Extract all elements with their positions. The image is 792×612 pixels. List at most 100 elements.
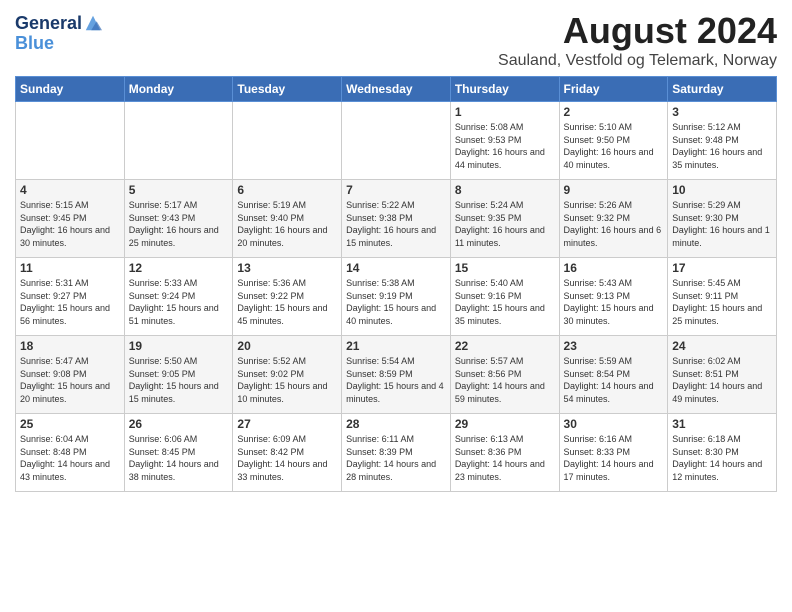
day-info: Sunrise: 5:24 AMSunset: 9:35 PMDaylight:… [455, 199, 555, 249]
calendar-cell: 3Sunrise: 5:12 AMSunset: 9:48 PMDaylight… [668, 102, 777, 180]
calendar-cell: 31 Sunrise: 6:18 AMSunset: 8:30 PMDayligh… [668, 414, 777, 492]
calendar-cell: 23 Sunrise: 5:59 AMSunset: 8:54 PMDayligh… [559, 336, 668, 414]
col-tuesday: Tuesday [233, 77, 342, 102]
day-info: Sunrise: 5:29 AMSunset: 9:30 PMDaylight:… [672, 199, 772, 249]
day-number: 31 [672, 417, 772, 431]
day-number: 3 [672, 105, 772, 119]
day-number: 22 [455, 339, 555, 353]
calendar-cell: 10Sunrise: 5:29 AMSunset: 9:30 PMDayligh… [668, 180, 777, 258]
logo-text: General [15, 14, 82, 34]
calendar-cell: 24 Sunrise: 6:02 AMSunset: 8:51 PMDayligh… [668, 336, 777, 414]
day-number: 26 [129, 417, 229, 431]
day-number: 2 [564, 105, 664, 119]
day-number: 13 [237, 261, 337, 275]
day-info: Sunrise: 5:52 AMSunset: 9:02 PMDaylight:… [237, 355, 337, 405]
calendar-cell [16, 102, 125, 180]
day-info: Sunrise: 5:22 AMSunset: 9:38 PMDaylight:… [346, 199, 446, 249]
day-info: Sunrise: 6:09 AMSunset: 8:42 PMDaylight:… [237, 433, 337, 483]
day-info: Sunrise: 6:13 AMSunset: 8:36 PMDaylight:… [455, 433, 555, 483]
calendar-cell: 13 Sunrise: 5:36 AMSunset: 9:22 PMDayligh… [233, 258, 342, 336]
subtitle: Sauland, Vestfold og Telemark, Norway [498, 52, 777, 70]
day-number: 9 [564, 183, 664, 197]
day-number: 12 [129, 261, 229, 275]
day-number: 17 [672, 261, 772, 275]
day-info: Sunrise: 5:15 AMSunset: 9:45 PMDaylight:… [20, 199, 120, 249]
day-info: Sunrise: 5:31 AMSunset: 9:27 PMDaylight:… [20, 277, 120, 327]
day-info: Sunrise: 6:11 AMSunset: 8:39 PMDaylight:… [346, 433, 446, 483]
day-info: Sunrise: 6:06 AMSunset: 8:45 PMDaylight:… [129, 433, 229, 483]
day-number: 8 [455, 183, 555, 197]
day-info: Sunrise: 5:08 AMSunset: 9:53 PMDaylight:… [455, 121, 555, 171]
day-info: Sunrise: 6:04 AMSunset: 8:48 PMDaylight:… [20, 433, 120, 483]
day-number: 15 [455, 261, 555, 275]
day-info: Sunrise: 5:45 AMSunset: 9:11 PMDaylight:… [672, 277, 772, 327]
calendar-cell: 29 Sunrise: 6:13 AMSunset: 8:36 PMDayligh… [450, 414, 559, 492]
calendar-cell: 21 Sunrise: 5:54 AMSunset: 8:59 PMDayligh… [342, 336, 451, 414]
col-friday: Friday [559, 77, 668, 102]
col-wednesday: Wednesday [342, 77, 451, 102]
day-info: Sunrise: 5:59 AMSunset: 8:54 PMDaylight:… [564, 355, 664, 405]
day-info: Sunrise: 5:19 AMSunset: 9:40 PMDaylight:… [237, 199, 337, 249]
day-number: 1 [455, 105, 555, 119]
calendar-cell: 30Sunrise: 6:16 AMSunset: 8:33 PMDayligh… [559, 414, 668, 492]
day-info: Sunrise: 5:17 AMSunset: 9:43 PMDaylight:… [129, 199, 229, 249]
week-row-2: 4Sunrise: 5:15 AMSunset: 9:45 PMDaylight… [16, 180, 777, 258]
day-number: 29 [455, 417, 555, 431]
calendar-cell: 1 Sunrise: 5:08 AMSunset: 9:53 PMDaylight… [450, 102, 559, 180]
calendar-cell: 25 Sunrise: 6:04 AMSunset: 8:48 PMDayligh… [16, 414, 125, 492]
day-number: 20 [237, 339, 337, 353]
calendar-cell: 4Sunrise: 5:15 AMSunset: 9:45 PMDaylight… [16, 180, 125, 258]
calendar-cell: 5 Sunrise: 5:17 AMSunset: 9:43 PMDaylight… [124, 180, 233, 258]
col-thursday: Thursday [450, 77, 559, 102]
week-row-5: 25 Sunrise: 6:04 AMSunset: 8:48 PMDayligh… [16, 414, 777, 492]
day-info: Sunrise: 5:26 AMSunset: 9:32 PMDaylight:… [564, 199, 664, 249]
calendar-cell: 16 Sunrise: 5:43 AMSunset: 9:13 PMDayligh… [559, 258, 668, 336]
calendar-cell: 26 Sunrise: 6:06 AMSunset: 8:45 PMDayligh… [124, 414, 233, 492]
calendar-header: Sunday Monday Tuesday Wednesday Thursday… [16, 77, 777, 102]
calendar-cell [233, 102, 342, 180]
day-number: 5 [129, 183, 229, 197]
page: General Blue August 2024 Sauland, Vestfo… [0, 0, 792, 502]
day-number: 21 [346, 339, 446, 353]
day-info: Sunrise: 6:16 AMSunset: 8:33 PMDaylight:… [564, 433, 664, 483]
calendar-cell: 17 Sunrise: 5:45 AMSunset: 9:11 PMDayligh… [668, 258, 777, 336]
day-info: Sunrise: 5:47 AMSunset: 9:08 PMDaylight:… [20, 355, 120, 405]
title-block: August 2024 Sauland, Vestfold og Telemar… [498, 10, 777, 70]
day-number: 19 [129, 339, 229, 353]
calendar-cell: 22Sunrise: 5:57 AMSunset: 8:56 PMDayligh… [450, 336, 559, 414]
calendar-cell: 12Sunrise: 5:33 AMSunset: 9:24 PMDayligh… [124, 258, 233, 336]
calendar-table: Sunday Monday Tuesday Wednesday Thursday… [15, 76, 777, 492]
logo-icon [84, 14, 102, 32]
day-number: 28 [346, 417, 446, 431]
calendar-body: 1 Sunrise: 5:08 AMSunset: 9:53 PMDaylight… [16, 102, 777, 492]
week-row-1: 1 Sunrise: 5:08 AMSunset: 9:53 PMDaylight… [16, 102, 777, 180]
calendar-cell: 2 Sunrise: 5:10 AMSunset: 9:50 PMDaylight… [559, 102, 668, 180]
day-number: 18 [20, 339, 120, 353]
calendar-cell: 15Sunrise: 5:40 AMSunset: 9:16 PMDayligh… [450, 258, 559, 336]
calendar-cell: 11Sunrise: 5:31 AMSunset: 9:27 PMDayligh… [16, 258, 125, 336]
day-number: 16 [564, 261, 664, 275]
day-info: Sunrise: 6:02 AMSunset: 8:51 PMDaylight:… [672, 355, 772, 405]
col-saturday: Saturday [668, 77, 777, 102]
col-monday: Monday [124, 77, 233, 102]
day-info: Sunrise: 5:10 AMSunset: 9:50 PMDaylight:… [564, 121, 664, 171]
calendar-cell: 27 Sunrise: 6:09 AMSunset: 8:42 PMDayligh… [233, 414, 342, 492]
logo-blue: Blue [15, 33, 54, 53]
header-row: Sunday Monday Tuesday Wednesday Thursday… [16, 77, 777, 102]
main-title: August 2024 [498, 10, 777, 52]
day-number: 27 [237, 417, 337, 431]
logo: General Blue [15, 14, 102, 54]
day-info: Sunrise: 5:50 AMSunset: 9:05 PMDaylight:… [129, 355, 229, 405]
day-info: Sunrise: 5:36 AMSunset: 9:22 PMDaylight:… [237, 277, 337, 327]
day-info: Sunrise: 5:43 AMSunset: 9:13 PMDaylight:… [564, 277, 664, 327]
col-sunday: Sunday [16, 77, 125, 102]
day-number: 14 [346, 261, 446, 275]
day-info: Sunrise: 5:54 AMSunset: 8:59 PMDaylight:… [346, 355, 446, 405]
day-number: 25 [20, 417, 120, 431]
day-number: 23 [564, 339, 664, 353]
day-number: 24 [672, 339, 772, 353]
calendar-cell: 7Sunrise: 5:22 AMSunset: 9:38 PMDaylight… [342, 180, 451, 258]
day-info: Sunrise: 6:18 AMSunset: 8:30 PMDaylight:… [672, 433, 772, 483]
week-row-4: 18 Sunrise: 5:47 AMSunset: 9:08 PMDayligh… [16, 336, 777, 414]
calendar-cell: 19 Sunrise: 5:50 AMSunset: 9:05 PMDayligh… [124, 336, 233, 414]
